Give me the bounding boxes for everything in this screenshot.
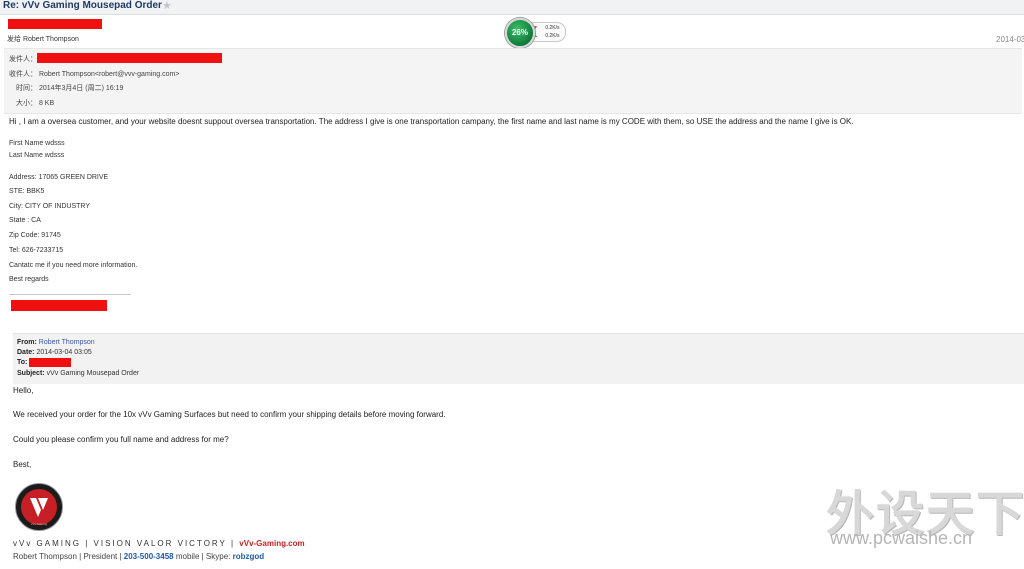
signature-divider bbox=[9, 294, 131, 295]
signature-skype[interactable]: robzgod bbox=[233, 552, 265, 561]
quoted-from-value[interactable]: Robert Thompson bbox=[39, 339, 95, 346]
quoted-date-value: 2014-03-04 03:05 bbox=[36, 349, 92, 356]
redacted-sender-name bbox=[8, 19, 102, 29]
state-line: State : CA bbox=[9, 217, 41, 224]
quoted-line-1: We received your order for the 10x vVv G… bbox=[13, 410, 446, 419]
signature-tagline-row: vVv GAMING | VISION VALOR VICTORY | vVv-… bbox=[13, 539, 305, 548]
address-line: Address: 17065 GREEN DRIVE bbox=[9, 174, 109, 181]
quoted-date-row: Date: 2014-03-04 03:05 bbox=[17, 349, 92, 356]
first-name-line: First Name wdsss bbox=[9, 140, 65, 147]
signature-name: Robert Thompson bbox=[13, 552, 77, 561]
signature-contact-row: Robert Thompson | President | 203-500-34… bbox=[13, 552, 264, 561]
size-value: 8 KB bbox=[38, 100, 55, 107]
redacted-quoted-to bbox=[29, 358, 71, 367]
sender-name[interactable]: Robert Thompson bbox=[23, 36, 79, 43]
signature-tagline: vVv GAMING | VISION VALOR VICTORY | bbox=[13, 539, 236, 548]
upload-speed: 0.2K/s bbox=[545, 25, 560, 31]
signature-role: President bbox=[83, 552, 118, 561]
to-value[interactable]: Robert Thompson<robert@vvv-gaming.com> bbox=[39, 71, 179, 78]
zip-line: Zip Code: 91745 bbox=[9, 232, 61, 239]
quoted-line-2: Could you please confirm you full name a… bbox=[13, 435, 229, 444]
ste-line: STE: BBK5 bbox=[9, 188, 45, 195]
signature-phone[interactable]: 203-500-3458 bbox=[124, 552, 174, 561]
time-row: 时间： 2014年3月4日 (周二) 16:19 bbox=[16, 83, 123, 93]
to-row: 收件人： Robert Thompson<robert@vvv-gaming.c… bbox=[9, 69, 179, 79]
quoted-from-row: From: Robert Thompson bbox=[17, 339, 95, 346]
redacted-signature bbox=[11, 300, 107, 311]
quoted-to-label: To: bbox=[17, 359, 28, 366]
speed-gauge[interactable]: 26% bbox=[505, 18, 535, 48]
last-name-line: Last Name wdsss bbox=[9, 152, 65, 159]
tel-line: Tel: 626-7233715 bbox=[9, 247, 64, 254]
download-speed: 0.2K/s bbox=[545, 33, 560, 39]
email-subject-title: Re: vVv Gaming Mousepad Order bbox=[3, 0, 162, 11]
sender-row: 发给 Robert Thompson bbox=[7, 34, 79, 44]
contact-line: Cantatc me if you need more information. bbox=[9, 262, 138, 269]
redacted-from-address bbox=[37, 53, 222, 63]
logo-red-disc bbox=[21, 489, 57, 525]
quoted-from-label: From: bbox=[17, 339, 37, 346]
time-label: 时间： bbox=[16, 85, 37, 92]
sender-label: 发给 bbox=[7, 36, 21, 43]
size-row: 大小： 8 KB bbox=[16, 98, 54, 108]
quoted-date-label: Date: bbox=[17, 349, 35, 356]
watermark-url: www.pcwaishe.cn bbox=[830, 528, 973, 548]
quoted-subject-value: vVv Gaming Mousepad Order bbox=[46, 370, 140, 377]
signature-site-link[interactable]: vVv-Gaming.com bbox=[239, 539, 304, 548]
size-label: 大小： bbox=[16, 100, 37, 107]
signature-sep-1: | bbox=[79, 552, 82, 561]
quoted-best: Best, bbox=[13, 460, 32, 469]
quoted-subject-row: Subject: vVv Gaming Mousepad Order bbox=[17, 370, 139, 377]
regards-line: Best regards bbox=[9, 276, 49, 283]
star-icon[interactable]: ★ bbox=[162, 0, 172, 12]
header-date: 2014-03 bbox=[996, 35, 1024, 44]
quoted-hello: Hello, bbox=[13, 386, 34, 395]
reply-intro: Hi , I am a oversea customer, and your w… bbox=[9, 117, 854, 126]
logo-v-mark bbox=[30, 498, 48, 517]
quoted-subject-label: Subject: bbox=[17, 370, 45, 377]
logo-caption: vVv Gaming bbox=[30, 522, 48, 526]
time-value: 2014年3月4日 (周二) 16:19 bbox=[38, 85, 124, 92]
to-label: 收件人： bbox=[9, 71, 37, 78]
vvv-logo-icon: vVv Gaming bbox=[15, 483, 63, 531]
quoted-header-box bbox=[13, 333, 1024, 384]
from-label: 发件人： bbox=[9, 56, 37, 63]
signature-sep-2: | bbox=[119, 552, 122, 561]
quoted-to-row: To: bbox=[17, 359, 27, 366]
signature-phone-suffix: mobile | Skype: bbox=[175, 552, 231, 561]
city-line: City: CITY OF INDUSTRY bbox=[9, 203, 91, 210]
